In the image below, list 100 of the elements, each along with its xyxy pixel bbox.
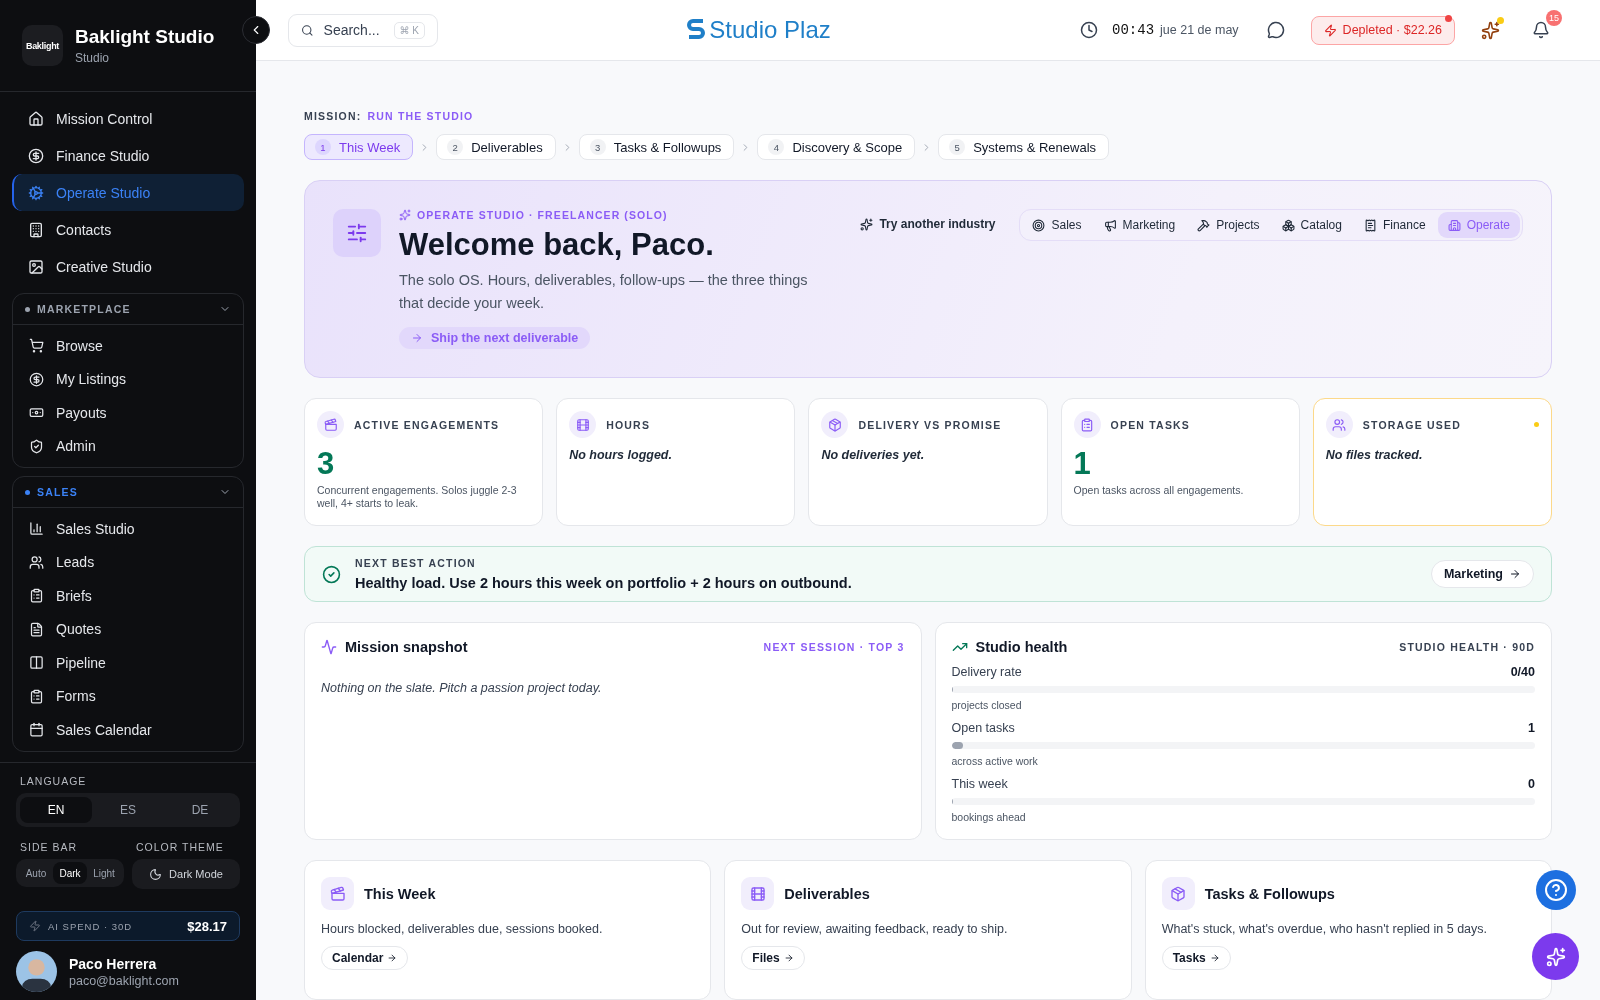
mission-step[interactable]: 3 Tasks & Followups [578,134,735,160]
home-icon [28,110,44,127]
clipboard-icon [29,588,44,604]
mission-step[interactable]: 1 This Week [304,134,414,160]
receipt-icon [1363,218,1377,232]
target-icon [1032,218,1046,232]
nav-item[interactable]: Quotes [13,612,243,646]
building-icon [1447,218,1461,232]
nav-item[interactable]: Admin [13,429,243,463]
clapperboard-icon [317,411,344,438]
kpi-title: ACTIVE ENGAGEMENTS [354,418,501,431]
clipboard-icon [29,688,44,704]
metric-label: Delivery rate [951,665,1022,679]
try-industry-button[interactable]: Try another industry [854,210,1002,238]
ai-spend-value: $28.17 [187,918,227,934]
nav-item[interactable]: Contacts [12,211,244,248]
next-action-label: NEXT BEST ACTION [355,557,477,569]
timer: 00:43 [1112,22,1155,38]
welcome-subtitle: The solo OS. Hours, deliverables, follow-ups — the three things that decide your week. [399,271,809,313]
module-description: Out for review, awaiting feedback, ready to ship. [741,922,1009,936]
help-button[interactable] [1536,870,1576,910]
search-input[interactable]: Search... [321,21,386,39]
section-label: SIDE BAR [20,841,78,853]
package-icon [821,411,849,438]
industry-tab[interactable]: Sales [1022,212,1092,238]
empty-message: No deliveries yet. [821,448,926,462]
nav-item[interactable]: Pipeline [13,646,243,680]
arrow-right-icon [1509,568,1521,580]
brand-logo: Baklight [22,25,63,66]
arrow-right-icon [1209,953,1220,963]
arrow-right-icon [387,953,398,963]
bar-chart-icon [29,521,44,537]
nav-item[interactable]: Sales Studio [13,512,243,546]
lightning-icon [1323,23,1337,37]
chat-icon[interactable] [1266,21,1285,39]
group-title[interactable]: SALES [37,486,212,498]
shortcut-hint: ⌘ K [393,21,425,39]
user-name: Paco Herrera [69,955,158,972]
industry-tab[interactable]: Catalog [1271,212,1352,238]
nav-item[interactable]: Operate Studio [12,174,244,211]
package-icon [1161,877,1195,910]
s-mark-icon [687,19,706,41]
industry-tab[interactable]: Finance [1353,212,1436,238]
module-link-button[interactable]: Tasks [1161,946,1231,970]
nav-item[interactable]: Payouts [13,396,243,430]
panel-tag: NEXT SESSION · TOP 3 [763,641,905,653]
image-icon [28,258,44,275]
module-link-button[interactable]: Files [741,946,805,970]
dark-mode-button[interactable]: Dark Mode [132,859,240,889]
group-title[interactable]: MARKETPLACE [37,303,212,315]
cart-icon [29,338,44,354]
credit-status-button[interactable]: Depleted · $22.26 [1310,15,1455,45]
nav-item[interactable]: Leads [13,545,243,579]
kpi-title: HOURS [606,418,652,431]
alert-dot [1445,14,1452,22]
film-icon [741,877,775,910]
columns-icon [29,655,44,671]
megaphone-icon [1103,218,1117,232]
nav-item[interactable]: Forms [13,679,243,713]
kpi-caption: Concurrent engagements. Solos juggle 2-3 well, 4+ starts to leak. [317,484,518,510]
nav-item[interactable]: Browse [13,329,243,363]
mission-step[interactable]: 2 Deliverables [436,134,556,160]
bell-icon[interactable] [1532,21,1550,39]
sidebar-mode-option[interactable]: Auto [19,862,53,884]
panel-title: Mission snapshot [345,639,469,655]
mission-step[interactable]: 4 Discovery & Scope [757,134,916,160]
user-email: paco@baklight.com [69,973,179,988]
language-option[interactable]: EN [20,797,92,823]
sliders-icon [333,209,381,257]
nav-item[interactable]: Finance Studio [12,137,244,174]
sidebar-mode-option[interactable]: Dark [53,862,87,884]
boxes-icon [1281,218,1295,232]
language-option[interactable]: ES [92,797,164,823]
metric-value: 0/40 [1510,665,1535,679]
marketing-button[interactable]: Marketing [1430,560,1534,588]
panel-title: Studio health [975,639,1069,655]
nav-item[interactable]: Sales Calendar [13,713,243,747]
empty-message: No hours logged. [569,448,673,462]
lightning-icon [29,920,41,932]
dollar-icon [29,371,44,387]
nav-item[interactable]: My Listings [13,362,243,396]
kpi-title: DELIVERY VS PROMISE [858,418,1003,431]
mission-step[interactable]: 5 Systems & Renewals [938,134,1110,160]
cog-icon [28,184,44,201]
module-link-button[interactable]: Calendar [321,946,409,970]
sparkles-icon[interactable] [1481,20,1500,40]
sidebar-mode-option[interactable]: Light [87,862,121,884]
clock-icon[interactable] [1080,21,1099,39]
notification-badge: 15 [1546,10,1562,26]
date: jue 21 de may [1160,23,1239,37]
industry-tab[interactable]: Marketing [1093,212,1186,238]
collapse-button[interactable] [242,16,270,44]
nav-item[interactable]: Mission Control [12,100,244,137]
nav-item[interactable]: Creative Studio [12,248,244,285]
metric-label: This week [951,777,1008,791]
industry-tab[interactable]: Projects [1187,212,1270,238]
nav-item[interactable]: Briefs [13,579,243,613]
pulse-icon [321,639,337,655]
language-option[interactable]: DE [164,797,236,823]
check-circle-icon [322,564,341,584]
